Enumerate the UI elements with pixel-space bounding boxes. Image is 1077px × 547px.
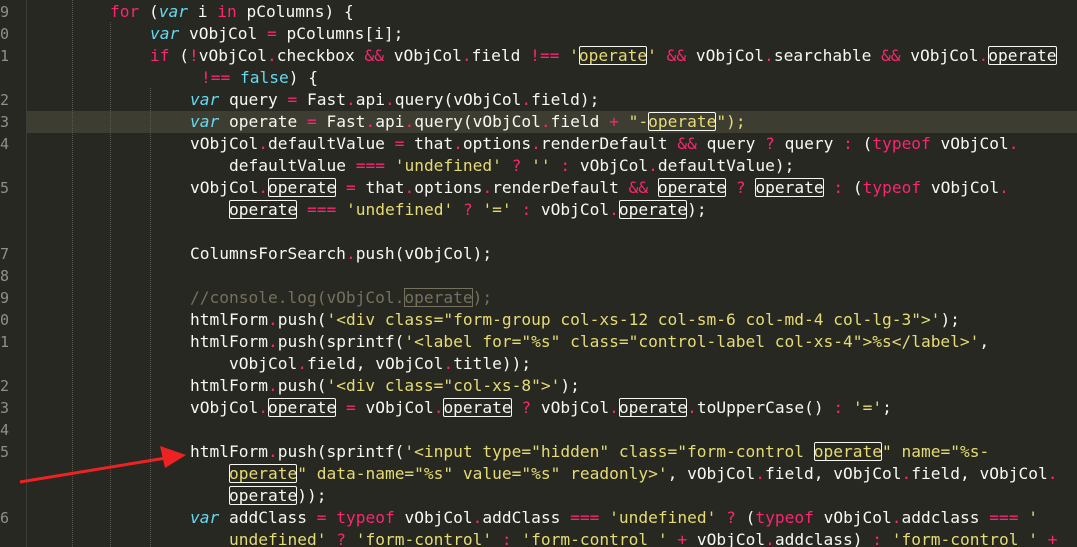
arrow-head	[160, 446, 186, 468]
arrow-shaft	[19, 456, 167, 484]
red-arrow-annotation	[19, 446, 186, 484]
code-editor[interactable]: 90123457890123456 for (var i in pColumns…	[0, 0, 1077, 547]
